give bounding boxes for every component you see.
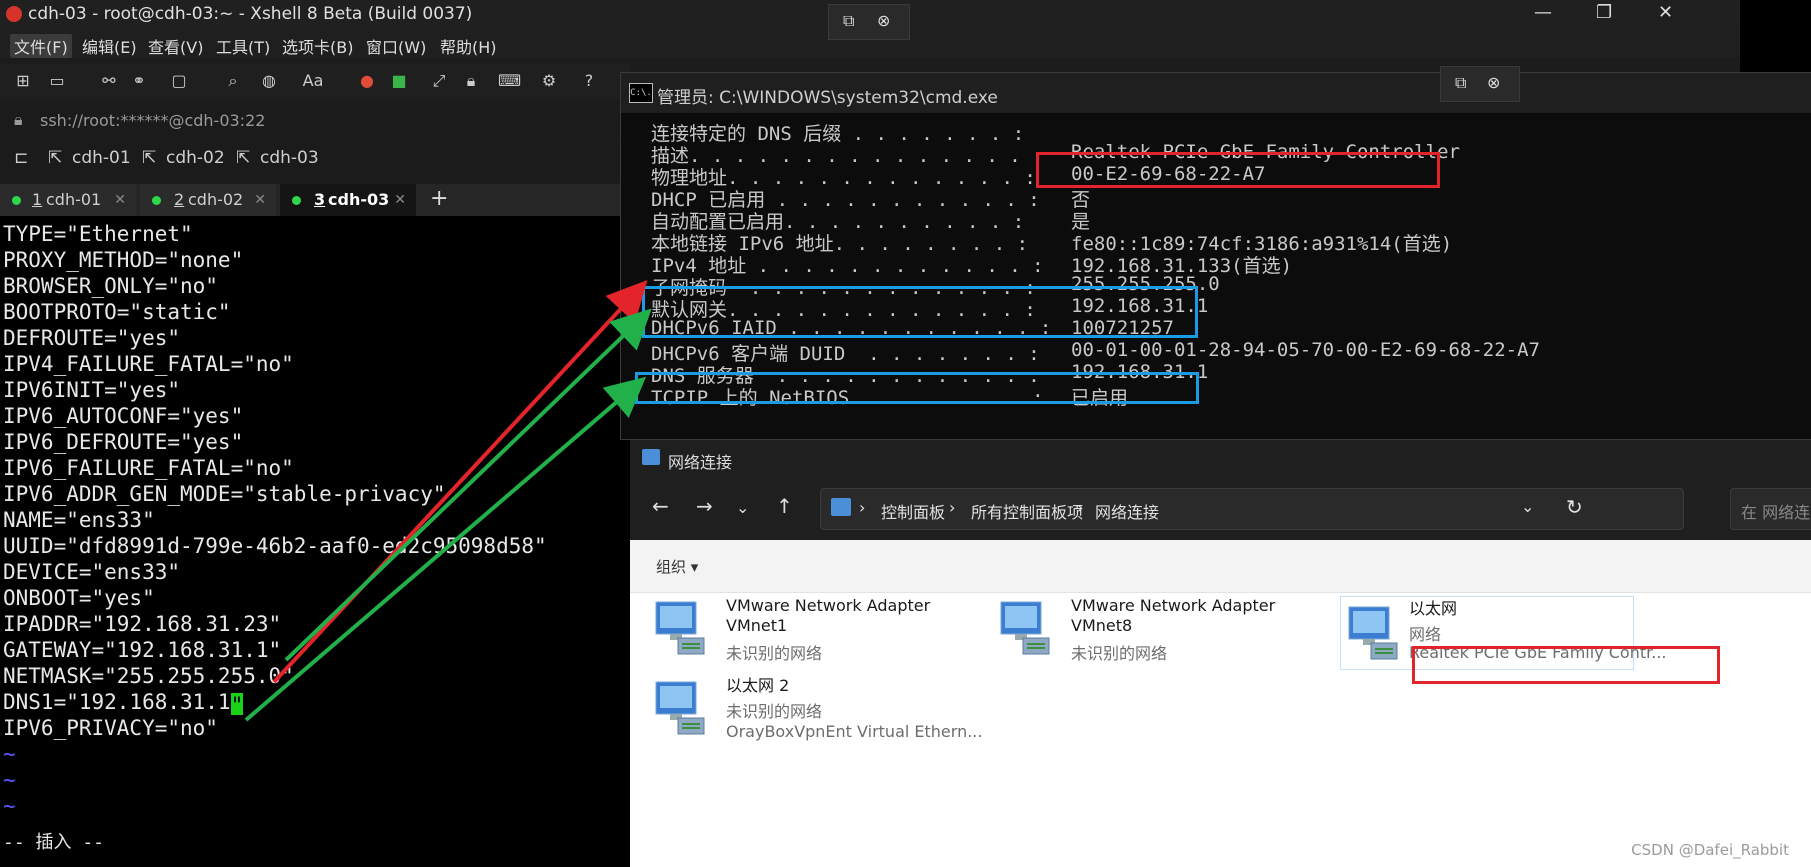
annotation-arrows xyxy=(244,280,652,722)
watermark: CSDN @Dafei_Rabbit xyxy=(1631,841,1789,859)
arrow-dns xyxy=(244,376,647,722)
arrow-netmask xyxy=(272,280,648,684)
arrow-gateway xyxy=(284,308,652,662)
